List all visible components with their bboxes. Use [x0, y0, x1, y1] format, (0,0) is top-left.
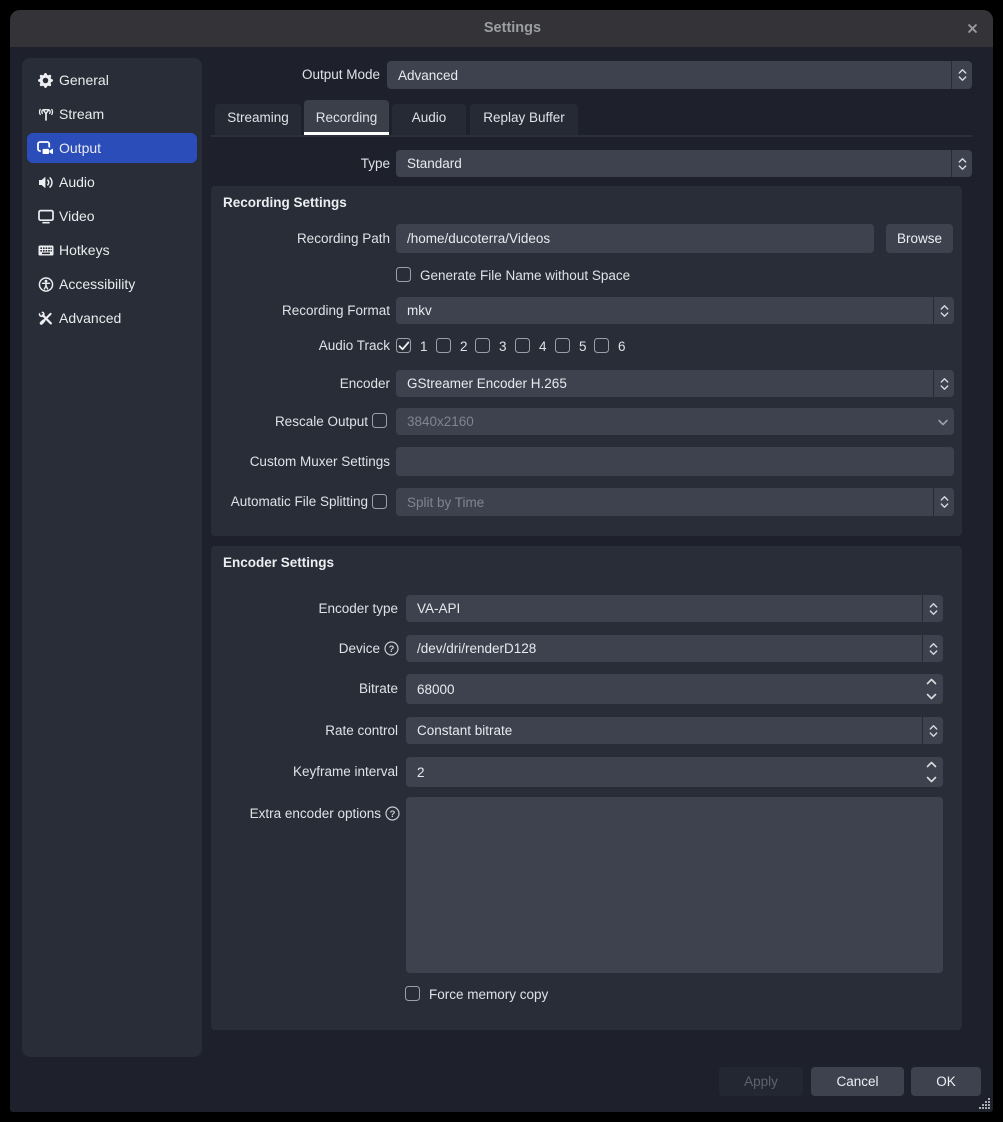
svg-text:?: ?	[389, 644, 395, 655]
svg-text:?: ?	[390, 809, 396, 820]
